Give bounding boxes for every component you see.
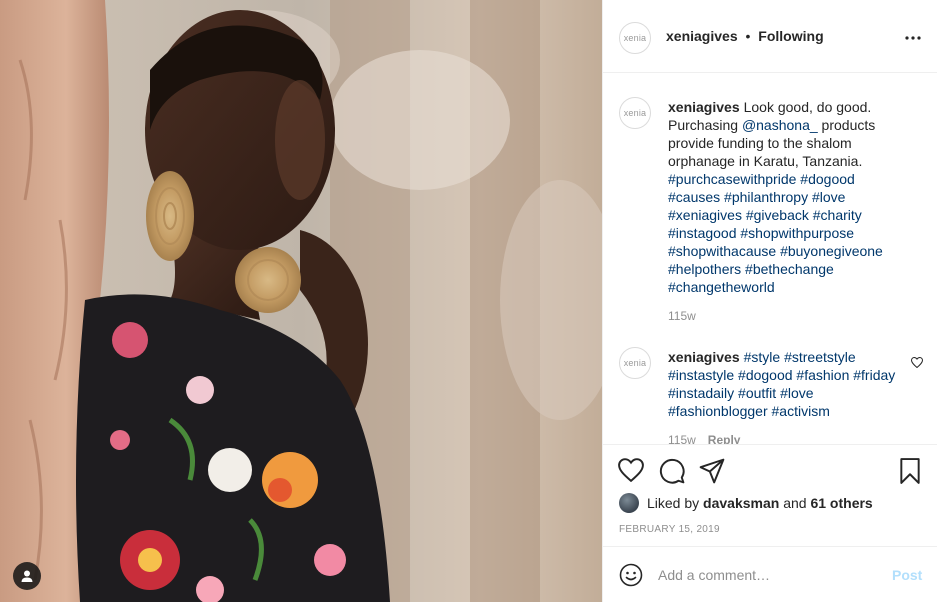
header-username[interactable]: xeniagives [666, 28, 738, 44]
post-actions: Liked by davaksman and 61 others FEBRUAR… [603, 445, 937, 545]
heart-icon[interactable] [618, 458, 644, 484]
bookmark-icon[interactable] [899, 458, 925, 484]
avatar[interactable]: xenia [619, 347, 651, 379]
comment-text: xeniagives Look good, do good. Purchasing… [668, 98, 908, 296]
post-photo[interactable] [0, 0, 602, 602]
following-button[interactable]: Following [758, 28, 823, 44]
add-comment-bar: Post [603, 546, 937, 602]
comments-list[interactable]: xenia xeniagives Look good, do good. Purc… [603, 73, 937, 445]
liker-username[interactable]: davaksman [703, 495, 779, 511]
avatar[interactable]: xenia [619, 22, 651, 54]
emoji-icon[interactable] [619, 563, 643, 592]
likes-text[interactable]: Liked by davaksman and 61 others [647, 495, 873, 511]
comment-username[interactable]: xeniagives [668, 349, 740, 365]
likes-others[interactable]: 61 others [810, 495, 872, 511]
comment-bubble-icon[interactable] [659, 458, 685, 484]
comment-text: xeniagives #style #streetstyle #instastyl… [668, 348, 908, 420]
avatar[interactable]: xenia [619, 97, 651, 129]
mention-link[interactable]: @nashona_ [742, 117, 818, 133]
more-dots-icon[interactable] [903, 28, 923, 48]
post-header: xenia xeniagives • Following [603, 0, 937, 73]
post-date[interactable]: FEBRUARY 15, 2019 [619, 524, 720, 535]
comment-meta: 115w Reply [668, 433, 741, 444]
reply-button[interactable]: Reply [708, 433, 741, 444]
post-comment-button[interactable]: Post [892, 567, 922, 583]
comment-meta: 115w [668, 309, 696, 323]
add-comment-input[interactable] [658, 565, 878, 585]
comment-time[interactable]: 115w [668, 309, 696, 323]
likes-prefix: Liked by [647, 495, 704, 511]
user-tag-icon[interactable] [13, 562, 41, 590]
like-comment-heart-icon[interactable] [910, 355, 924, 373]
comment-username[interactable]: xeniagives [668, 99, 740, 115]
paper-plane-icon[interactable] [699, 458, 725, 484]
likes-middle: and [779, 495, 811, 511]
hashtag-links[interactable]: #purchcasewithpride #dogood #causes #phi… [668, 171, 883, 295]
post-side-panel: xenia xeniagives • Following xenia xenia… [602, 0, 937, 602]
comment-time[interactable]: 115w [668, 433, 696, 444]
header-text: xeniagives • Following [666, 28, 824, 44]
separator-dot: • [745, 28, 751, 44]
liker-avatar[interactable] [619, 493, 639, 513]
likes-row: Liked by davaksman and 61 others [619, 493, 873, 513]
